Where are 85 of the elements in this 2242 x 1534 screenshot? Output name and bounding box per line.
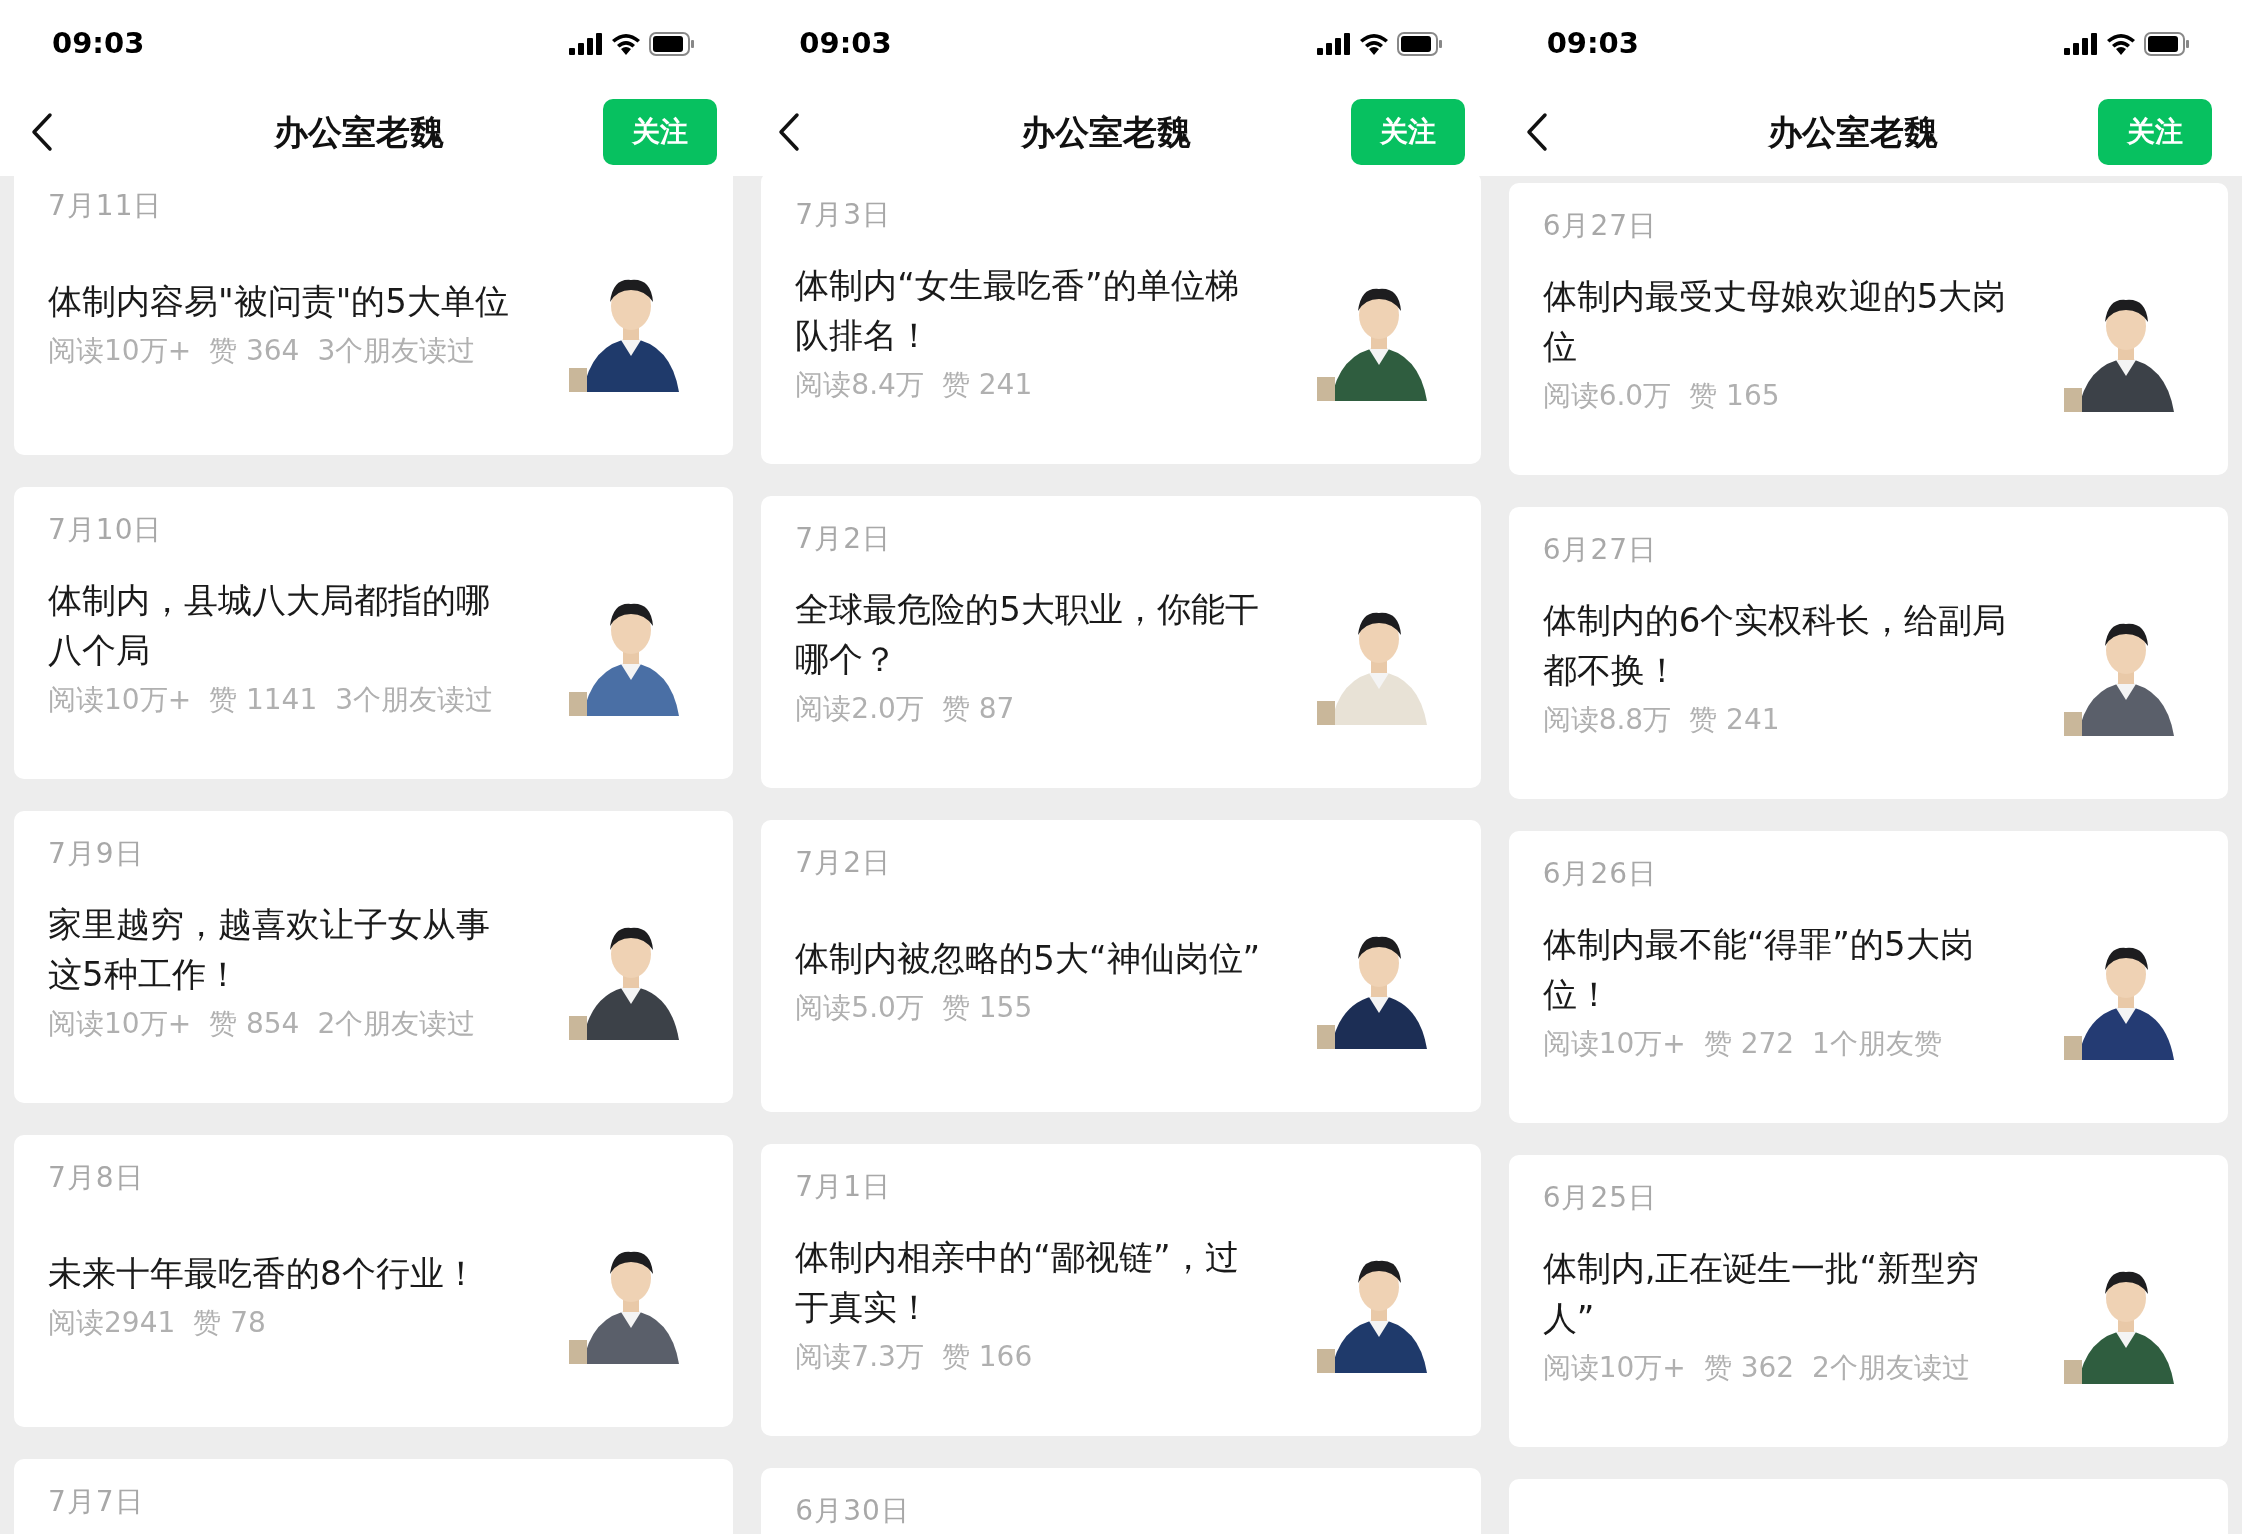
like-count: 赞 87 (941, 691, 1015, 727)
like-count: 赞 362 (1703, 1350, 1795, 1386)
read-count: 阅读10万+ (48, 682, 192, 718)
read-count: 阅读8.8万 (1542, 702, 1672, 738)
account-name: 办公室老魏 (1768, 110, 1939, 154)
article-title: 体制内相亲中的“鄙视链”，过于真实！ (795, 1236, 1240, 1329)
read-count: 阅读2.0万 (795, 691, 924, 727)
read-count: 阅读2941 (48, 1305, 176, 1341)
read-count: 阅读8.4万 (795, 367, 924, 403)
article-date: 7月2日 (795, 845, 892, 881)
read-count: 阅读5.0万 (795, 990, 924, 1026)
like-count: 赞 78 (193, 1305, 266, 1341)
like-count: 赞 1141 (209, 682, 318, 718)
article-title: 体制内,正在诞生一批“新型穷人” (1542, 1247, 1981, 1340)
signal-icon (569, 33, 604, 55)
article-date: 6月25日 (1542, 1180, 1659, 1216)
friends-read: 3个朋友读过 (317, 333, 476, 369)
article-date: 7月1日 (795, 1169, 892, 1205)
article-card[interactable]: 7月3日 体制内“女生最吃香”的单位梯队排名！ 阅读8.4万 赞 241 (761, 176, 1481, 464)
article-card[interactable]: 7月9日 家里越穷，越喜欢让子女从事这5种工作！ 阅读10万+ 赞 854 2个朋友读过 (14, 811, 734, 1103)
article-title: 体制内最受丈母娘欢迎的5大岗位 (1542, 275, 2008, 368)
wifi-icon (1358, 33, 1389, 55)
article-card[interactable]: 6月25日 体制内,正在诞生一批“新型穷人” 阅读10万+ 赞 362 2个朋友读过 (1508, 1155, 2228, 1447)
article-card[interactable]: 7月2日 体制内被忽略的5大“神仙岗位” 阅读5.0万 赞 155 (761, 820, 1481, 1112)
article-date: 7月7日 (48, 1484, 145, 1520)
article-date: 6月30日 (795, 1493, 911, 1529)
status-time: 09:03 (52, 25, 145, 63)
read-count: 阅读10万+ (1542, 1350, 1686, 1386)
article-card[interactable]: 7月1日 体制内相亲中的“鄙视链”，过于真实！ 阅读7.3万 赞 166 (761, 1144, 1481, 1436)
like-count: 赞 364 (209, 333, 300, 369)
battery-icon (649, 32, 696, 56)
read-count: 阅读10万+ (48, 333, 192, 369)
battery-icon (2144, 32, 2190, 56)
article-card[interactable]: 7月2日 全球最危险的5大职业，你能干哪个？ 阅读2.0万 赞 87 (761, 496, 1481, 788)
article-card[interactable]: 6月27日 体制内的6个实权科长，给副局都不换！ 阅读8.8万 赞 241 (1508, 507, 2228, 799)
article-date: 6月27日 (1542, 208, 1659, 244)
like-count: 赞 272 (1703, 1026, 1795, 1062)
article-card[interactable]: 6月26日 体制内最不能“得罪”的5大岗位！ 阅读10万+ 赞 272 1个朋友赞 (1508, 831, 2228, 1123)
friends-read: 1个朋友赞 (1812, 1026, 1942, 1062)
friends-read: 3个朋友读过 (335, 682, 494, 718)
article-date: 6月27日 (1542, 532, 1659, 568)
wifi-icon (2106, 33, 2136, 55)
article-title: 家里越穷，越喜欢让子女从事这5种工作！ (48, 903, 491, 996)
article-date: 7月10日 (48, 512, 164, 548)
signal-icon (1316, 33, 1351, 55)
read-count: 阅读6.0万 (1542, 378, 1672, 414)
article-title: 全球最危险的5大职业，你能干哪个？ (795, 588, 1260, 681)
article-date: 7月8日 (48, 1160, 145, 1196)
battery-icon (1396, 32, 1443, 56)
signal-icon (2064, 33, 2098, 55)
article-date: 6月26日 (1542, 856, 1659, 892)
article-title: 未来十年最吃香的8个行业！ (48, 1252, 479, 1295)
article-date: 7月9日 (48, 836, 145, 872)
article-card[interactable]: 7月11日 体制内容易"被问责"的5大单位 阅读10万+ 赞 364 3个朋友读过 (14, 176, 734, 455)
like-count: 赞 854 (209, 1006, 300, 1042)
like-count: 赞 155 (941, 990, 1033, 1026)
back-icon[interactable] (777, 112, 802, 152)
read-count: 阅读7.3万 (795, 1339, 924, 1375)
status-time: 09:03 (1546, 25, 1639, 63)
friends-read: 2个朋友读过 (317, 1006, 476, 1042)
article-card[interactable]: 7月8日 未来十年最吃香的8个行业！ 阅读2941 赞 78 (14, 1135, 734, 1427)
article-date: 7月2日 (795, 521, 892, 557)
back-icon[interactable] (30, 112, 54, 152)
article-title: 体制内被忽略的5大“神仙岗位” (795, 937, 1262, 980)
article-title: 体制内“女生最吃香”的单位梯队排名！ (795, 264, 1240, 357)
article-date: 7月3日 (795, 197, 892, 233)
like-count: 赞 165 (1689, 378, 1780, 414)
like-count: 赞 241 (1689, 702, 1780, 738)
like-count: 赞 241 (941, 367, 1033, 403)
article-card[interactable]: 7月10日 体制内，县城八大局都指的哪八个局 阅读10万+ 赞 1141 3个朋友读过 (14, 487, 734, 779)
friends-read: 2个朋友读过 (1812, 1350, 1970, 1386)
account-name: 办公室老魏 (273, 110, 444, 154)
article-title: 体制内，县城八大局都指的哪八个局 (48, 579, 491, 672)
article-card[interactable]: 6月27日 体制内最受丈母娘欢迎的5大岗位 阅读6.0万 赞 165 (1508, 183, 2228, 475)
article-title: 体制内容易"被问责"的5大单位 (48, 280, 510, 323)
status-time: 09:03 (799, 25, 892, 63)
wifi-icon (611, 33, 642, 55)
like-count: 赞 166 (941, 1339, 1033, 1375)
article-title: 体制内最不能“得罪”的5大岗位！ (1542, 923, 1975, 1016)
read-count: 阅读10万+ (1542, 1026, 1686, 1062)
article-date: 7月11日 (48, 188, 164, 224)
article-title: 体制内的6个实权科长，给副局都不换！ (1542, 599, 2008, 692)
account-name: 办公室老魏 (1021, 110, 1191, 154)
read-count: 阅读10万+ (48, 1006, 192, 1042)
back-icon[interactable] (1524, 112, 1549, 152)
